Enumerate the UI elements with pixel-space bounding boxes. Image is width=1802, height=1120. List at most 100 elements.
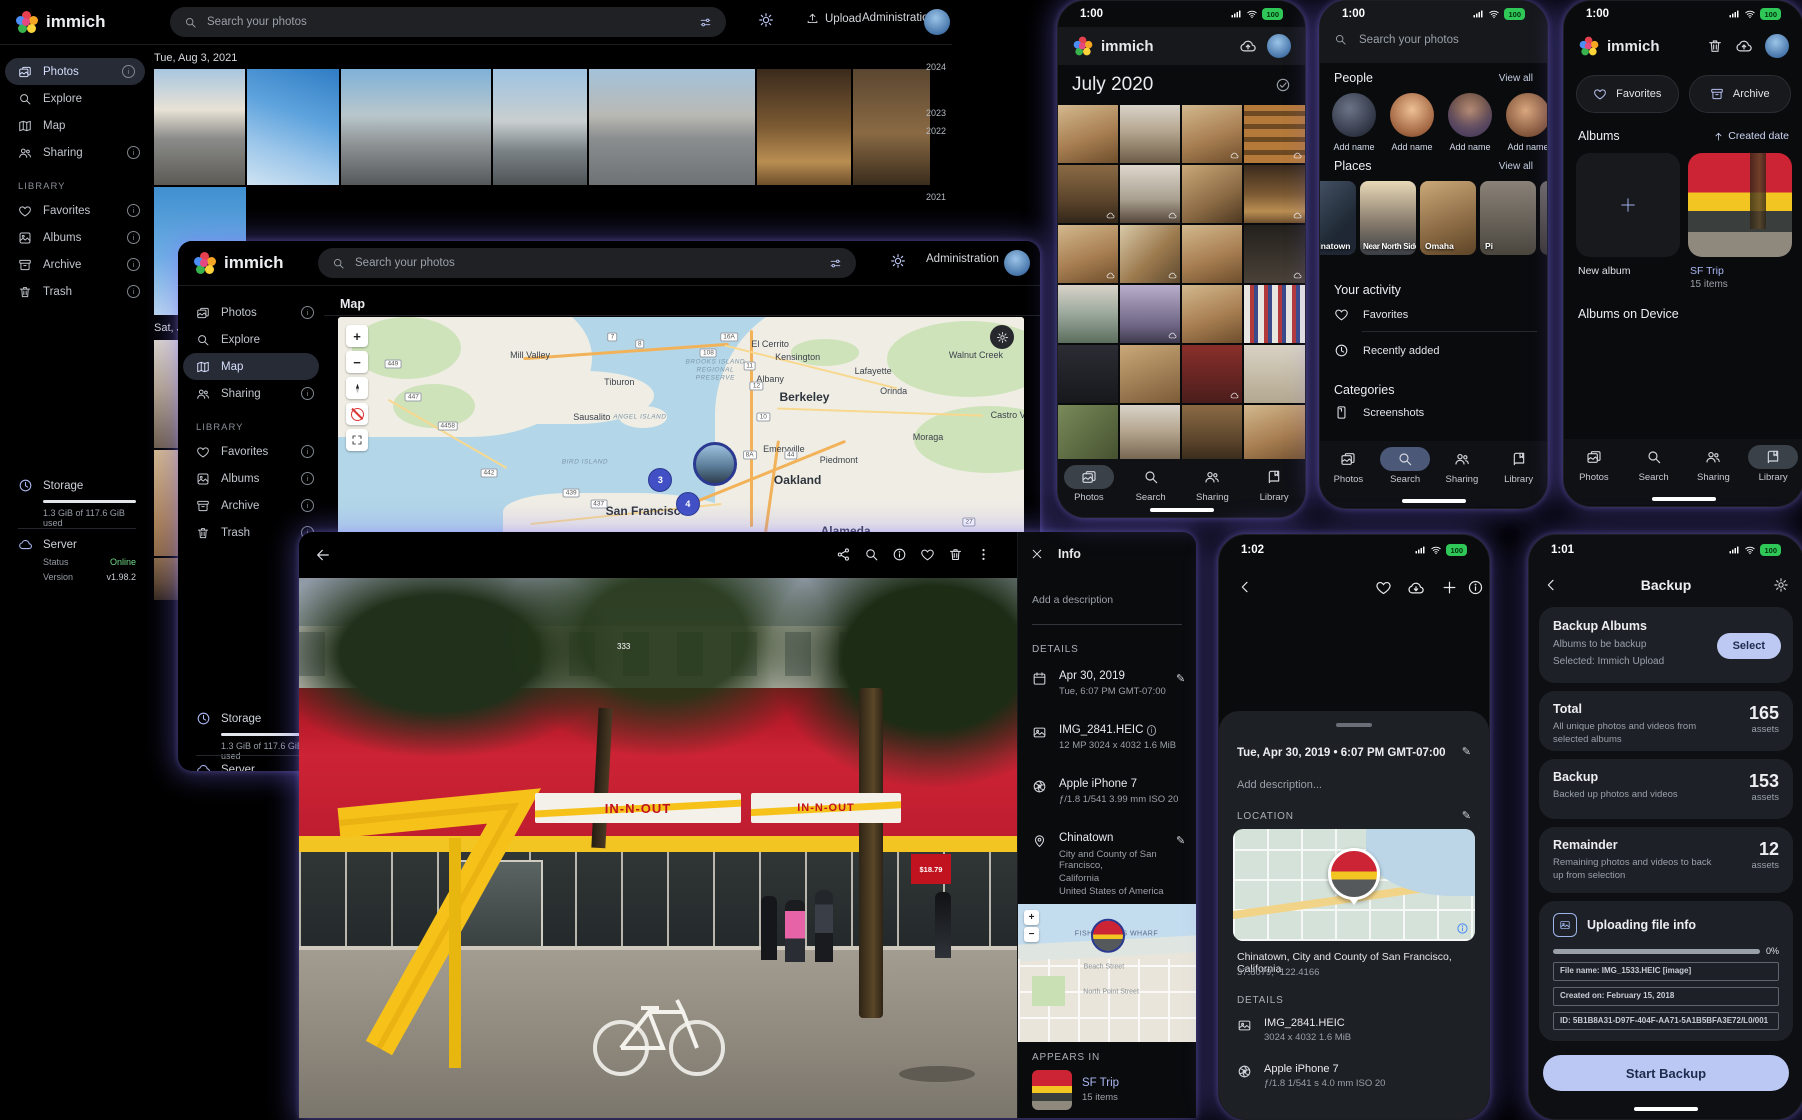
place-card[interactable]: Chinatown xyxy=(1320,181,1356,255)
info-icon[interactable] xyxy=(892,547,907,562)
photo-thumbnail[interactable] xyxy=(1182,405,1242,463)
add-name-link[interactable]: Add name xyxy=(1507,142,1548,152)
places-view-all[interactable]: View all xyxy=(1499,161,1533,172)
nav-photos[interactable]: Photos xyxy=(1061,465,1117,503)
recently-added-row[interactable]: Recently added xyxy=(1334,343,1439,358)
photo-thumbnail[interactable] xyxy=(1182,105,1242,163)
map-cluster-marker[interactable]: 4 xyxy=(676,492,700,516)
photo-thumbnail[interactable] xyxy=(247,69,338,185)
favorite-icon[interactable] xyxy=(1375,579,1392,596)
nav-search[interactable]: Search xyxy=(1377,447,1433,485)
photo-thumbnail[interactable] xyxy=(154,69,245,185)
nav-library[interactable]: Library xyxy=(1745,445,1801,483)
nav-search[interactable]: Search xyxy=(1123,465,1179,503)
description-input[interactable]: Add a description xyxy=(1032,594,1113,606)
back-chevron-icon[interactable] xyxy=(1237,579,1253,595)
share-icon[interactable] xyxy=(836,547,851,562)
add-name-link[interactable]: Add name xyxy=(1391,142,1432,152)
info-icon[interactable] xyxy=(1467,579,1484,596)
screenshots-row[interactable]: Screenshots xyxy=(1334,405,1424,420)
add-name-link[interactable]: Add name xyxy=(1449,142,1490,152)
edit-location-icon[interactable]: ✎ xyxy=(1462,809,1471,822)
home-indicator[interactable] xyxy=(1652,497,1716,501)
photo-thumbnail[interactable] xyxy=(1182,345,1242,403)
photo-thumbnail[interactable] xyxy=(1182,165,1242,223)
asset-info-icon[interactable]: i xyxy=(1147,725,1157,736)
photo-thumbnail[interactable] xyxy=(341,69,492,185)
person-item[interactable]: Add name xyxy=(1506,93,1548,152)
favorites-row[interactable]: Favorites xyxy=(1334,307,1408,322)
sort-control[interactable]: Created date xyxy=(1713,130,1789,142)
upload-cloud-icon[interactable] xyxy=(1407,579,1425,597)
nav-sharing[interactable]: Sharing xyxy=(1685,445,1741,483)
nav-photos[interactable]: Photos xyxy=(1320,447,1376,485)
sidebar-item-albums[interactable]: Albumsi xyxy=(0,224,150,251)
sync-cloud-icon[interactable] xyxy=(1735,37,1753,55)
photo-thumbnail[interactable] xyxy=(1244,405,1305,463)
photo-thumbnail[interactable] xyxy=(1058,165,1118,223)
photo-thumbnail[interactable] xyxy=(1244,285,1305,343)
person-item[interactable]: Add name xyxy=(1390,93,1434,152)
photo-thumbnail[interactable] xyxy=(1120,285,1180,343)
photo-thumbnail[interactable] xyxy=(1120,105,1180,163)
person-item[interactable]: Add name xyxy=(1332,93,1376,152)
sidebar-item-explore[interactable]: Explore xyxy=(0,85,150,112)
zoom-in-button[interactable]: + xyxy=(346,325,368,347)
photo-thumbnail[interactable] xyxy=(1120,345,1180,403)
map-attribution-icon[interactable] xyxy=(1456,922,1469,935)
album-name[interactable]: SF Trip xyxy=(1082,1077,1119,1089)
compass-button[interactable] xyxy=(346,377,368,399)
photo-thumbnail[interactable] xyxy=(1244,165,1305,223)
photo-thumbnail[interactable] xyxy=(1058,345,1118,403)
search-input[interactable]: Search your photos xyxy=(170,7,726,37)
zoom-out-button[interactable]: − xyxy=(346,351,368,373)
photo-thumbnail[interactable] xyxy=(1244,345,1305,403)
select-button[interactable]: Select xyxy=(1717,633,1781,659)
edit-location-icon[interactable]: ✎ xyxy=(1176,834,1185,847)
user-avatar[interactable] xyxy=(1267,34,1291,58)
location-disabled-button[interactable] xyxy=(346,403,368,425)
back-icon[interactable] xyxy=(315,547,331,563)
administration-link[interactable]: Administration xyxy=(926,253,999,265)
sidebar-item-archive[interactable]: Archivei xyxy=(0,251,150,278)
theme-toggle-icon[interactable] xyxy=(758,12,774,28)
photo-thumbnail[interactable] xyxy=(1058,225,1118,283)
photo-thumbnail[interactable] xyxy=(1244,225,1305,283)
gear-icon[interactable] xyxy=(1773,577,1789,593)
favorite-icon[interactable] xyxy=(920,547,935,562)
sidebar-item-albums[interactable]: Albumsi xyxy=(178,465,324,492)
home-indicator[interactable] xyxy=(1402,499,1466,503)
person-item[interactable]: Add name xyxy=(1448,93,1492,152)
archive-pill[interactable]: Archive xyxy=(1689,75,1792,113)
sidebar-item-favorites[interactable]: Favoritesi xyxy=(0,197,150,224)
photo-thumbnail[interactable] xyxy=(1244,105,1305,163)
photo-thumbnail[interactable] xyxy=(1120,225,1180,283)
description-input[interactable]: Add description... xyxy=(1237,779,1322,791)
map-cluster-marker[interactable]: 3 xyxy=(648,468,672,492)
sidebar-item-sharing[interactable]: Sharingi xyxy=(178,380,324,407)
filter-icon[interactable] xyxy=(829,257,842,270)
photo-thumbnail[interactable] xyxy=(757,69,850,185)
search-input[interactable]: Search your photos xyxy=(318,248,856,278)
map-photo-marker[interactable] xyxy=(693,442,737,486)
sidebar-item-photos[interactable]: Photosi xyxy=(178,299,324,326)
drag-handle[interactable] xyxy=(1336,723,1372,727)
nav-library[interactable]: Library xyxy=(1491,447,1547,485)
photo-thumbnail[interactable] xyxy=(589,69,756,185)
home-indicator[interactable] xyxy=(1150,508,1214,512)
nav-photos[interactable]: Photos xyxy=(1566,445,1622,483)
album-name[interactable]: SF Trip xyxy=(1690,265,1724,277)
start-backup-button[interactable]: Start Backup xyxy=(1543,1055,1789,1091)
photo-thumbnail[interactable] xyxy=(1120,405,1180,463)
add-icon[interactable] xyxy=(1441,579,1458,596)
zoom-in-button[interactable]: + xyxy=(1024,910,1039,925)
delete-icon[interactable] xyxy=(948,547,963,562)
add-name-link[interactable]: Add name xyxy=(1333,142,1374,152)
trash-icon[interactable] xyxy=(1707,38,1723,54)
sidebar-item-map[interactable]: Map xyxy=(183,353,319,380)
sidebar-item-explore[interactable]: Explore xyxy=(178,326,324,353)
sidebar-item-sharing[interactable]: Sharingi xyxy=(0,139,150,166)
place-card[interactable]: Omaha xyxy=(1420,181,1476,255)
search-input[interactable]: Search your photos xyxy=(1334,33,1537,46)
theme-toggle-icon[interactable] xyxy=(890,253,906,269)
